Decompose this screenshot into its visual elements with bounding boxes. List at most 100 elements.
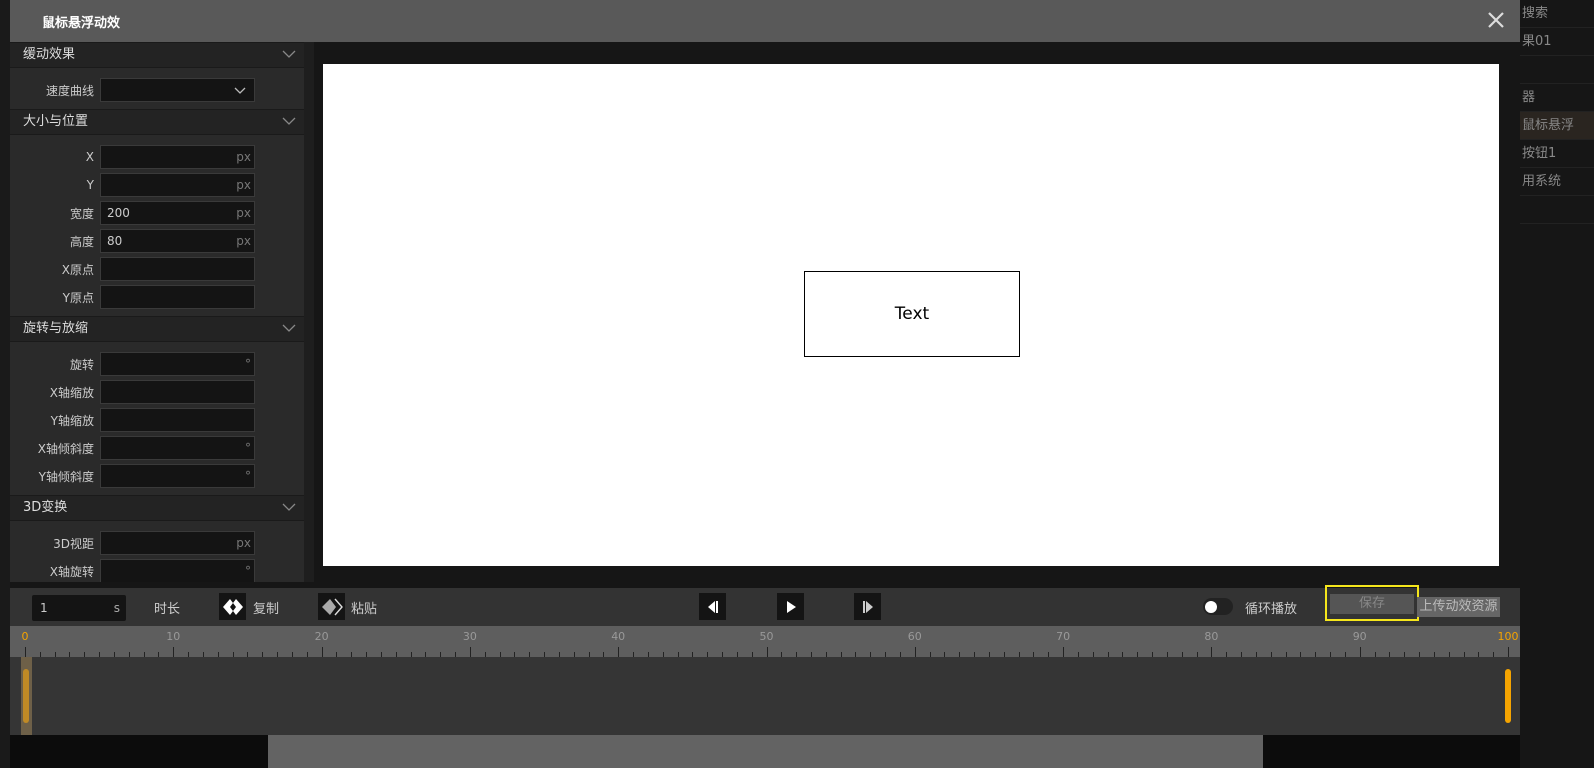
field-label: Y — [86, 178, 94, 192]
duration-label: 时长 — [154, 602, 181, 617]
field-input[interactable]: ° — [100, 464, 255, 488]
field-unit: ° — [245, 441, 251, 455]
field-input[interactable] — [100, 285, 255, 309]
field-row: X轴倾斜度 ° — [10, 434, 304, 462]
field-row: 宽度 200 px — [10, 199, 304, 227]
ruler-tick — [1211, 647, 1213, 657]
properties-scrollbar[interactable] — [304, 42, 314, 582]
duration-unit: s — [113, 601, 120, 615]
start-marker — [23, 669, 29, 723]
field-input[interactable]: px — [100, 173, 255, 197]
field-label: 高度 — [69, 234, 94, 249]
ruler-tick-label: 90 — [1352, 630, 1367, 643]
previous-frame-button[interactable] — [699, 593, 726, 620]
field-input[interactable]: ° — [100, 559, 255, 582]
close-icon[interactable] — [1484, 8, 1508, 32]
copy-keyframe-icon — [222, 598, 243, 615]
timeline-track[interactable] — [10, 657, 1520, 735]
ruler-tick — [1508, 647, 1509, 657]
toggle-knob — [1205, 601, 1217, 613]
field-row: X轴旋转 ° — [10, 557, 304, 582]
chevron-down-icon — [282, 503, 296, 511]
ruler-tick-label: 10 — [166, 630, 181, 643]
preview-element[interactable]: Text — [804, 271, 1020, 357]
field-row: Y轴缩放 — [10, 406, 304, 434]
duration-input[interactable]: 1s — [32, 595, 126, 621]
field-input[interactable]: 80 px — [100, 229, 255, 253]
field-input[interactable] — [100, 408, 255, 432]
field-input[interactable]: ° — [100, 436, 255, 460]
section-body: 旋转 ° X轴缩放 Y轴缩放 X轴倾斜度 ° Y轴倾斜度 ° — [10, 342, 304, 495]
background-list-item — [1520, 196, 1594, 224]
field-unit: ° — [245, 469, 251, 483]
field-input[interactable]: px — [100, 145, 255, 169]
section-header[interactable]: 旋转与放缩 — [10, 316, 304, 342]
ruler-tick-label: 100 — [1497, 630, 1519, 643]
end-keyframe-handle[interactable] — [1505, 669, 1511, 723]
field-input[interactable]: ° — [100, 352, 255, 376]
field-label: Y原点 — [62, 290, 94, 305]
section-header[interactable]: 大小与位置 — [10, 109, 304, 135]
timeline-toolbar: 1s 时长 复制 粘贴 循环播放 保存 上传动效资源 — [10, 585, 1520, 626]
paste-button[interactable] — [318, 593, 345, 620]
field-unit: px — [236, 234, 251, 248]
ruler-tick-label: 50 — [759, 630, 774, 643]
field-label: X — [85, 150, 94, 164]
field-label: X原点 — [61, 262, 94, 277]
background-list-item: 用系统 — [1520, 168, 1594, 196]
ruler-tick — [914, 647, 916, 657]
field-row: 旋转 ° — [10, 350, 304, 378]
section-header[interactable]: 3D变换 — [10, 495, 304, 521]
next-frame-button[interactable] — [854, 593, 881, 620]
field-unit: px — [236, 206, 251, 220]
field-input[interactable] — [100, 380, 255, 404]
preview-canvas: Text — [323, 64, 1499, 566]
field-label: X轴缩放 — [49, 385, 94, 400]
step-back-icon — [707, 600, 718, 613]
field-label: Y轴缩放 — [50, 413, 94, 428]
save-button[interactable]: 保存 — [1330, 594, 1414, 614]
field-row: Y原点 — [10, 283, 304, 311]
ruler-tick-label: 80 — [1204, 630, 1219, 643]
field-row: 高度 80 px — [10, 227, 304, 255]
field-row: Ypx — [10, 171, 304, 199]
field-label: X轴旋转 — [49, 564, 94, 579]
field-unit: px — [236, 536, 251, 550]
field-input[interactable] — [100, 257, 255, 281]
paste-keyframe-icon — [321, 598, 343, 615]
ruler-tick-label: 0 — [21, 630, 29, 643]
upload-resource-button[interactable]: 上传动效资源 — [1417, 597, 1500, 617]
field-label: X轴倾斜度 — [37, 441, 94, 456]
background-bottom-panel — [268, 735, 1263, 768]
background-list-item — [1520, 56, 1594, 84]
duration-value: 1 — [40, 601, 48, 615]
chevron-down-icon — [234, 87, 246, 94]
section-body: 速度曲线 — [10, 68, 304, 109]
section-title: 旋转与放缩 — [23, 321, 89, 336]
field-label: 旋转 — [69, 357, 94, 372]
section-body: 3D视距 px X轴旋转 ° — [10, 521, 304, 582]
start-keyframe-handle[interactable] — [21, 657, 32, 735]
copy-button[interactable] — [219, 593, 246, 620]
ruler-tick — [766, 647, 768, 657]
field-input[interactable]: px — [100, 531, 255, 555]
section-title: 大小与位置 — [23, 114, 89, 129]
field-row: 速度曲线 — [10, 76, 304, 104]
field-row: 3D视距 px — [10, 529, 304, 557]
field-input[interactable]: 200 px — [100, 201, 255, 225]
loop-toggle[interactable] — [1203, 598, 1233, 615]
ruler-tick — [173, 647, 175, 657]
background-list-item: 搜索 — [1520, 0, 1594, 28]
field-row: Xpx — [10, 143, 304, 171]
field-row: X原点 — [10, 255, 304, 283]
timeline-ruler[interactable]: 0 10 20 30 40 50 60 70 80 90 100 — [10, 626, 1520, 657]
ruler-tick — [469, 647, 471, 657]
loop-label: 循环播放 — [1245, 602, 1298, 617]
section-header[interactable]: 缓动效果 — [10, 42, 304, 68]
field-unit: px — [236, 178, 251, 192]
field-label: 3D视距 — [53, 536, 94, 551]
speed-curve-select[interactable] — [100, 78, 255, 102]
copy-label: 复制 — [253, 602, 280, 617]
field-label: 速度曲线 — [45, 83, 94, 98]
play-button[interactable] — [777, 593, 804, 620]
